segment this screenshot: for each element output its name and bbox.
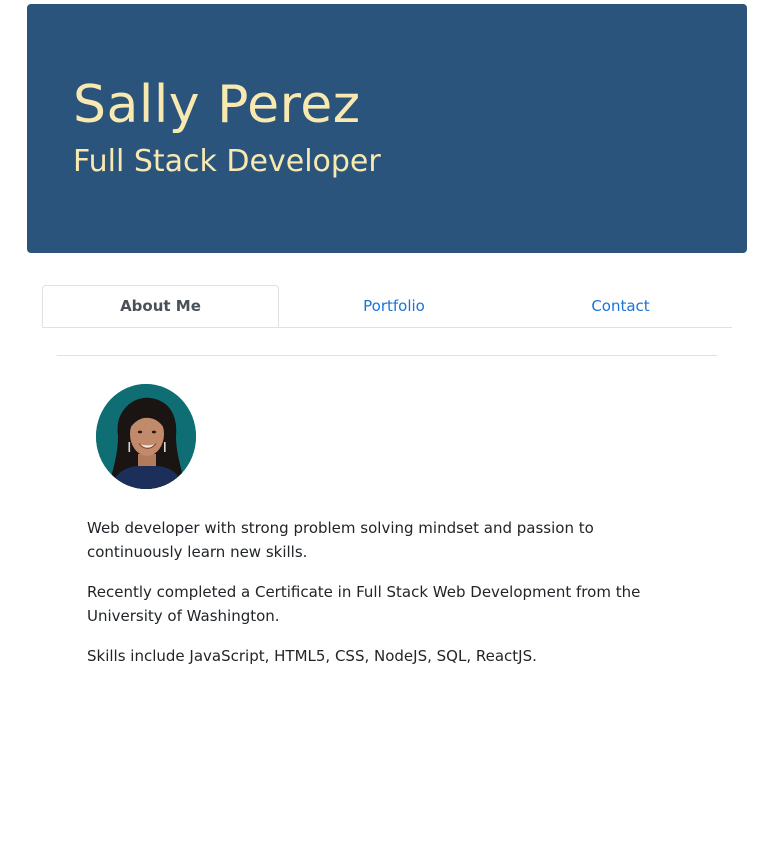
hero-banner: Sally Perez Full Stack Developer	[27, 4, 747, 253]
about-paragraph-1: Web developer with strong problem solvin…	[87, 519, 594, 561]
about-paragraph-3: Skills include JavaScript, HTML5, CSS, N…	[87, 647, 537, 665]
section-divider	[57, 355, 717, 356]
about-paragraph-2: Recently completed a Certificate in Full…	[87, 583, 641, 625]
hero-name: Sally Perez	[73, 75, 361, 135]
hero-role: Full Stack Developer	[73, 144, 381, 179]
tab-about-me[interactable]: About Me	[42, 285, 279, 327]
nav-tabs: About Me Portfolio Contact	[42, 285, 732, 328]
profile-photo	[96, 384, 196, 489]
about-section: Web developer with strong problem solvin…	[87, 516, 687, 684]
avatar-portrait-icon	[96, 384, 196, 489]
tab-contact[interactable]: Contact	[509, 285, 732, 326]
tab-portfolio[interactable]: Portfolio	[279, 285, 509, 326]
